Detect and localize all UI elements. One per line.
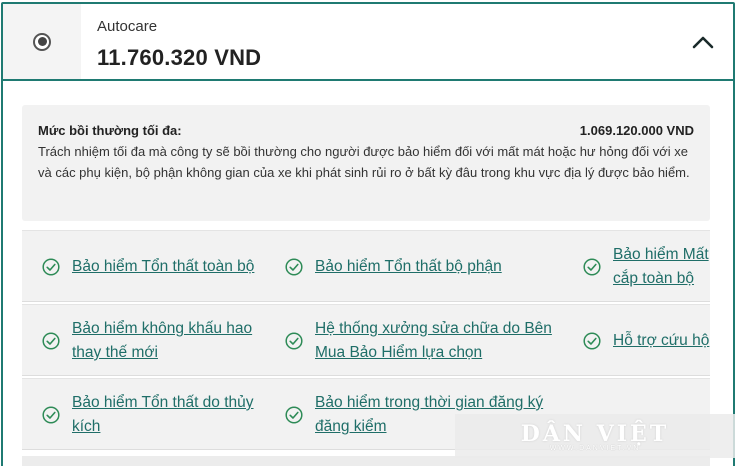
check-circle-icon bbox=[42, 332, 60, 350]
coverage-description: Trách nhiệm tối đa mà công ty sẽ bồi thư… bbox=[38, 144, 690, 180]
benefit-row: Bảo hiểm không khấu hao thay thế mới Hệ … bbox=[22, 304, 710, 376]
watermark-text: DÂN VIỆT bbox=[520, 420, 670, 447]
benefit-item: Bảo hiểm Mất cắp toàn bộ bbox=[563, 231, 710, 301]
coverage-info-box: Mức bồi thường tối đa: 1.069.120.000 VND… bbox=[22, 105, 710, 221]
plan-heading: Autocare 11.760.320 VND bbox=[81, 4, 673, 79]
watermark: DÂN VIỆT WWW.DANVIET.VN bbox=[455, 414, 735, 458]
benefit-item: Bảo hiểm Tổn thất do thủy kích bbox=[22, 379, 265, 449]
chevron-up-icon bbox=[692, 36, 714, 48]
benefit-link[interactable]: Bảo hiểm không khấu hao thay thế mới bbox=[72, 317, 265, 365]
benefit-link[interactable]: Bảo hiểm Tổn thất bộ phận bbox=[315, 255, 502, 279]
coverage-label: Mức bồi thường tối đa: bbox=[38, 123, 182, 138]
check-circle-icon bbox=[285, 332, 303, 350]
coverage-amount: 1.069.120.000 VND bbox=[579, 123, 694, 138]
benefit-link[interactable]: Hỗ trợ cứu hộ bbox=[613, 329, 709, 353]
check-circle-icon bbox=[583, 258, 601, 276]
watermark-url: WWW.DANVIET.VN bbox=[549, 444, 641, 452]
check-circle-icon bbox=[285, 406, 303, 424]
check-circle-icon bbox=[285, 258, 303, 276]
plan-name: Autocare bbox=[97, 18, 158, 35]
benefit-item: Bảo hiểm Tổn thất bộ phận bbox=[265, 231, 563, 301]
check-circle-icon bbox=[42, 406, 60, 424]
benefit-item: Hệ thống xưởng sửa chữa do Bên Mua Bảo H… bbox=[265, 305, 563, 375]
collapse-button[interactable] bbox=[673, 4, 733, 79]
benefit-item: Hỗ trợ cứu hộ bbox=[563, 305, 710, 375]
plan-price: 11.760.320 VND bbox=[97, 45, 262, 70]
benefit-link[interactable]: Bảo hiểm Tổn thất do thủy kích bbox=[72, 391, 265, 439]
check-circle-icon bbox=[42, 258, 60, 276]
check-circle-icon bbox=[583, 332, 601, 350]
radio-selected-dot bbox=[37, 37, 47, 46]
benefit-item: Bảo hiểm không khấu hao thay thế mới bbox=[22, 305, 265, 375]
benefit-row: Bảo hiểm Tổn thất toàn bộ Bảo hiểm Tổn t… bbox=[22, 230, 710, 302]
plan-radio-button[interactable] bbox=[33, 32, 51, 51]
benefit-link[interactable]: Bảo hiểm Tổn thất toàn bộ bbox=[72, 255, 254, 279]
plan-header[interactable]: Autocare 11.760.320 VND bbox=[3, 4, 733, 81]
benefit-link[interactable]: Hệ thống xưởng sửa chữa do Bên Mua Bảo H… bbox=[315, 317, 563, 365]
coverage-header: Mức bồi thường tối đa: 1.069.120.000 VND bbox=[38, 121, 694, 141]
benefit-link[interactable]: Bảo hiểm Mất cắp toàn bộ bbox=[613, 243, 710, 291]
benefit-item: Bảo hiểm Tổn thất toàn bộ bbox=[22, 231, 265, 301]
radio-column[interactable] bbox=[3, 4, 81, 79]
